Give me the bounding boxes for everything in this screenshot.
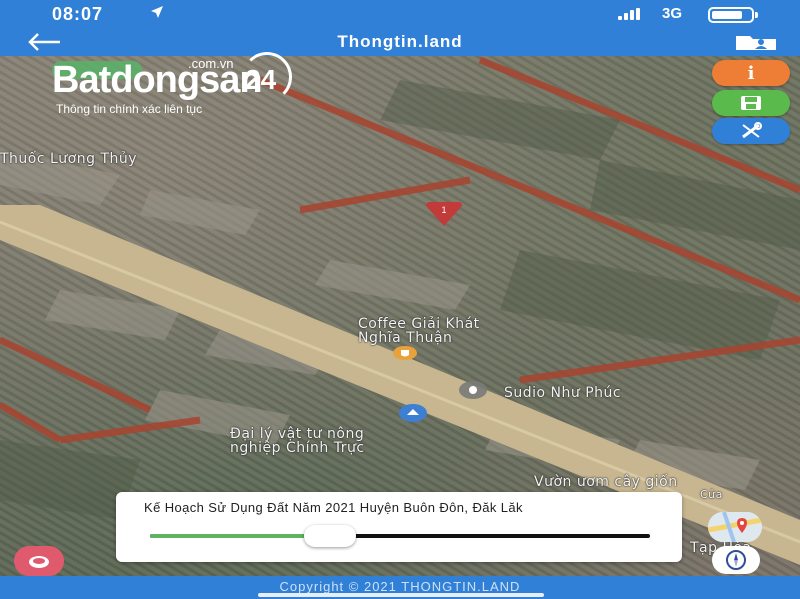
tools-button[interactable] bbox=[712, 118, 790, 144]
brand-tagline: Thông tin chính xác liên tục bbox=[56, 102, 203, 116]
network-type: 3G bbox=[662, 5, 683, 22]
maps-app-button[interactable] bbox=[708, 512, 762, 542]
location-arrow-icon bbox=[150, 5, 164, 23]
map-label-studio: Sudio Như Phúc bbox=[504, 385, 622, 401]
slider-thumb[interactable] bbox=[304, 525, 356, 547]
brand-suffix: 24 bbox=[245, 64, 277, 95]
map-label-agency-line2: nghiệp Chính Trực bbox=[230, 440, 365, 456]
layers-button[interactable] bbox=[14, 546, 64, 576]
plan-title: Kế Hoạch Sử Dụng Đất Năm 2021 Huyện Buôn… bbox=[144, 500, 523, 515]
copyright-text: Copyright © 2021 THONGTIN.LAND bbox=[279, 579, 521, 594]
brand-domain: .com.vn bbox=[188, 56, 234, 71]
info-button[interactable]: i bbox=[712, 60, 790, 86]
compass-button[interactable] bbox=[712, 546, 760, 574]
info-icon: i bbox=[747, 62, 755, 84]
folder-user-icon[interactable] bbox=[734, 33, 778, 51]
slider-fill bbox=[150, 534, 330, 538]
map-label-nursery-line1: Vườn ươm cây giốn bbox=[534, 474, 678, 490]
droplet-icon bbox=[29, 556, 49, 568]
map-label-nursery-line2: Cửa bbox=[700, 488, 723, 501]
home-indicator[interactable] bbox=[258, 593, 544, 597]
shop-pin-icon[interactable] bbox=[398, 403, 428, 427]
map-label-pharmacy: Thuốc Lương Thủy bbox=[0, 151, 138, 167]
status-bar: 08:07 3G bbox=[0, 0, 800, 28]
camera-pin-icon[interactable] bbox=[458, 380, 488, 404]
save-icon bbox=[741, 96, 761, 110]
tools-icon bbox=[742, 122, 762, 139]
battery-icon bbox=[708, 7, 758, 23]
parcel-marker[interactable]: 1 bbox=[424, 200, 464, 232]
save-button[interactable] bbox=[712, 90, 790, 116]
compass-icon bbox=[726, 550, 746, 570]
opacity-slider[interactable] bbox=[150, 525, 650, 547]
signal-strength-icon bbox=[618, 8, 640, 20]
footer: Copyright © 2021 THONGTIN.LAND bbox=[0, 576, 800, 599]
status-time: 08:07 bbox=[52, 4, 104, 24]
parcel-marker-label: 1 bbox=[441, 205, 446, 215]
map-label-coffee-line2: Nghĩa Thuận bbox=[358, 330, 453, 346]
battery-level bbox=[712, 11, 742, 19]
coffee-pin-icon[interactable] bbox=[392, 345, 418, 367]
app-header: Thongtin.land bbox=[0, 28, 800, 56]
plan-panel: Kế Hoạch Sử Dụng Đất Năm 2021 Huyện Buôn… bbox=[116, 492, 682, 562]
maps-app-icon bbox=[708, 512, 762, 542]
app-title: Thongtin.land bbox=[337, 32, 463, 51]
brand-logo: Batdongsan .com.vn 24 Thông tin chính xá… bbox=[40, 52, 300, 120]
